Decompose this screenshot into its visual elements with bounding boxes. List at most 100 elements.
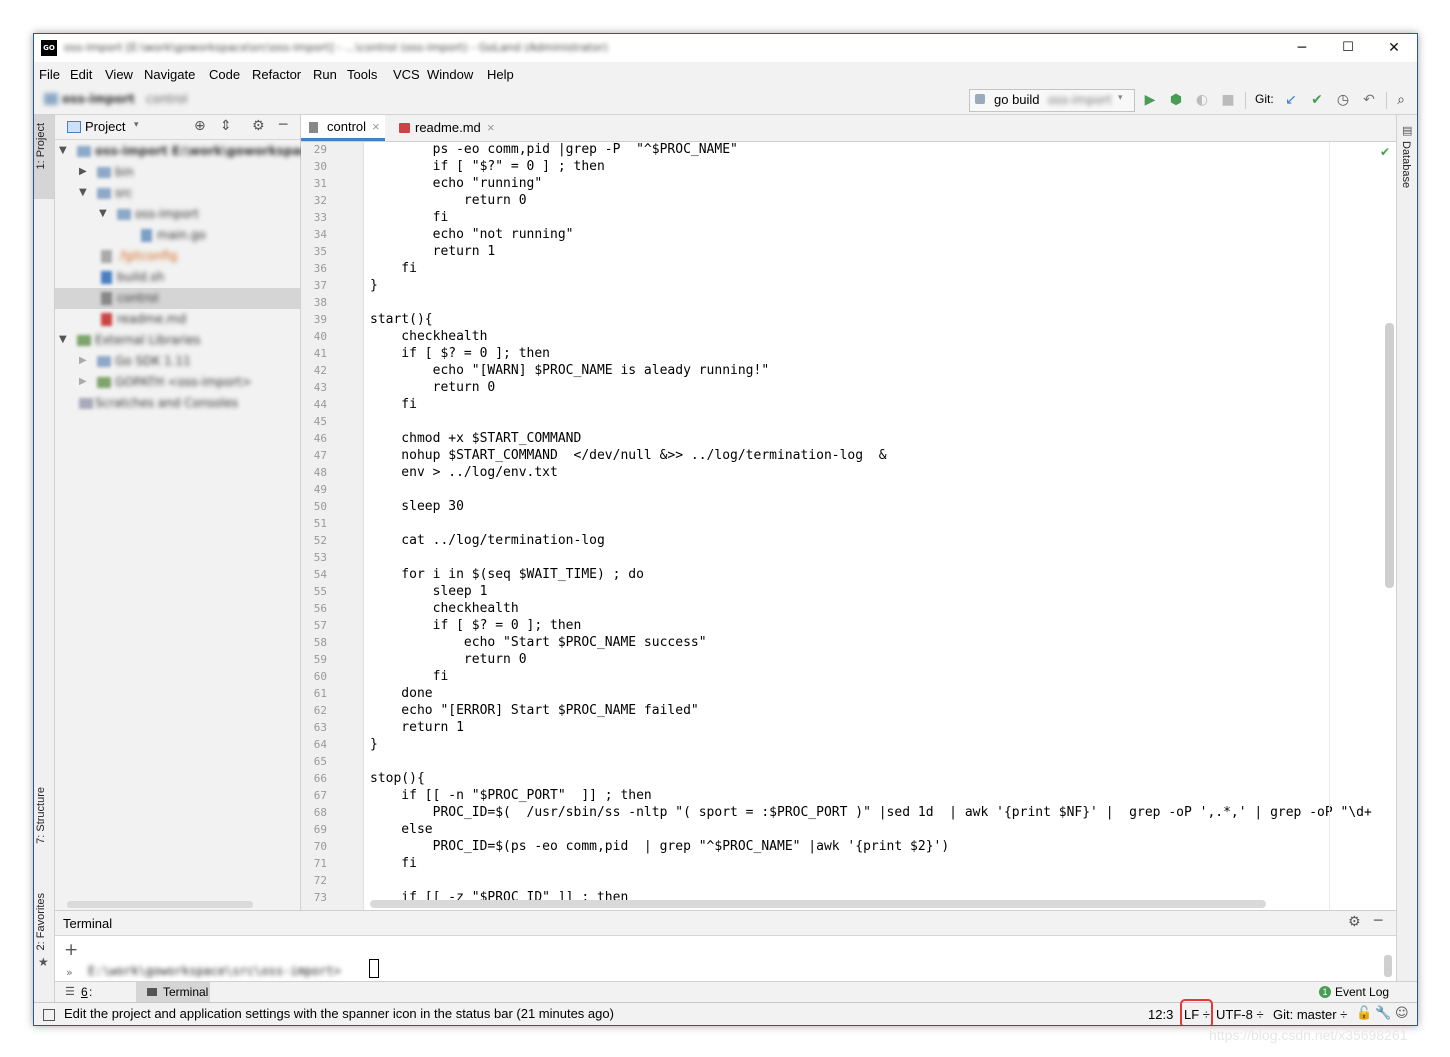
code-line[interactable]: nohup $START_COMMAND </dev/null &>> ../l… (370, 447, 886, 464)
code-line[interactable]: else (370, 821, 432, 838)
menu-code[interactable]: Code (209, 67, 240, 82)
project-hscrollbar[interactable] (67, 901, 253, 908)
menu-edit[interactable]: Edit (70, 67, 92, 82)
code-line[interactable]: } (370, 736, 378, 753)
debug-icon[interactable]: ⬢ (1168, 92, 1184, 108)
spanner-icon[interactable]: 🔧 (1375, 1006, 1391, 1021)
code-line[interactable]: for i in $(seq $WAIT_TIME) ; do (370, 566, 644, 583)
code-line[interactable]: return 0 (370, 192, 527, 209)
tab-control[interactable]: control × (301, 115, 385, 141)
tree-item[interactable]: ▶ GOPATH <oss-import> (55, 372, 300, 393)
code-line[interactable]: echo "[WARN] $PROC_NAME is aleady runnin… (370, 362, 770, 379)
gear-icon[interactable]: ⚙ (252, 118, 265, 134)
code-line[interactable]: PROC_ID=$( /usr/sbin/ss -nltp "( sport =… (370, 804, 1372, 821)
run-icon[interactable]: ▶ (1142, 92, 1158, 108)
menu-file[interactable]: File (39, 67, 60, 82)
editor-vscrollbar[interactable] (1385, 323, 1394, 588)
menu-refactor[interactable]: Refactor (252, 67, 301, 82)
tree-item[interactable]: ▼ oss-import (55, 204, 300, 225)
code-line[interactable]: chmod +x $START_COMMAND (370, 430, 581, 447)
code-area[interactable]: ps -eo comm,pid |grep -P "^$PROC_NAME" i… (370, 142, 1390, 910)
tree-item[interactable]: readme.md (55, 309, 300, 330)
code-line[interactable]: if [ "$?" = 0 ] ; then (370, 158, 605, 175)
code-line[interactable]: echo "not running" (370, 226, 574, 243)
project-tool-tab[interactable]: 1: Project (35, 123, 47, 169)
run-configuration-select[interactable]: go build oss-import ▾ (969, 89, 1135, 112)
menu-help[interactable]: Help (487, 67, 514, 82)
code-line[interactable]: fi (370, 209, 449, 226)
code-line[interactable]: checkhealth (370, 328, 487, 345)
gear-icon[interactable]: ⚙ (1348, 914, 1361, 930)
search-everywhere-icon[interactable]: ⌕ (1393, 92, 1409, 108)
code-line[interactable]: sleep 30 (370, 498, 464, 515)
code-line[interactable]: fi (370, 260, 417, 277)
code-line[interactable]: } (370, 277, 378, 294)
event-log-tool-tab[interactable]: 1 Event Log (1319, 982, 1399, 1003)
structure-tool-tab[interactable]: 7: Structure (35, 787, 47, 844)
tree-item[interactable]: build.sh (55, 267, 300, 288)
terminal-prompt[interactable]: E:\work\goworkspace\src\oss-import> (88, 964, 341, 978)
tree-item[interactable]: ▶ bin (55, 162, 300, 183)
code-line[interactable]: if [ $? = 0 ]; then (370, 617, 582, 634)
stop-icon[interactable]: ■ (1220, 92, 1236, 108)
status-message[interactable]: Edit the project and application setting… (64, 1006, 614, 1021)
new-terminal-button[interactable]: + (64, 940, 78, 960)
code-line[interactable]: cat ../log/termination-log (370, 532, 605, 549)
code-line[interactable]: return 0 (370, 379, 496, 396)
menu-vcs[interactable]: VCS (393, 67, 420, 82)
hide-panel-icon[interactable]: ─ (1374, 913, 1382, 929)
collapse-all-icon[interactable]: ⇕ (220, 118, 232, 134)
coverage-icon[interactable]: ◐ (1194, 92, 1210, 108)
project-view-title[interactable]: Project (85, 119, 125, 134)
code-line[interactable]: fi (370, 855, 417, 872)
database-tool-tab[interactable]: Database (1400, 141, 1412, 188)
code-line[interactable]: PROC_ID=$(ps -eo comm,pid | grep "^$PROC… (370, 838, 950, 855)
code-line[interactable]: fi (370, 668, 449, 685)
inspection-ok-icon[interactable]: ✔ (1380, 145, 1390, 159)
code-line[interactable]: return 0 (370, 651, 527, 668)
code-line[interactable]: if [[ -n "$PROC_PORT" ]] ; then (370, 787, 651, 804)
tree-item[interactable]: .fgitconfig (55, 246, 300, 267)
code-line[interactable]: start(){ (370, 311, 433, 328)
breadcrumb-project[interactable]: oss-import (62, 92, 135, 106)
tree-item[interactable]: Scratches and Consoles (55, 393, 300, 414)
menu-view[interactable]: View (105, 67, 133, 82)
menu-window[interactable]: Window (427, 67, 473, 82)
hide-panel-icon[interactable]: ─ (279, 117, 287, 133)
tab-close-icon[interactable]: × (487, 115, 495, 141)
tab-readme[interactable]: readme.md × (387, 115, 503, 141)
code-line[interactable]: echo "[ERROR] Start $PROC_NAME failed" (370, 702, 698, 719)
git-branch-selector[interactable]: Git: master ÷ (1273, 1007, 1347, 1022)
menu-tools[interactable]: Tools (347, 67, 377, 82)
code-line[interactable]: stop(){ (370, 770, 425, 787)
code-line[interactable]: fi (370, 396, 417, 413)
code-line[interactable]: echo "running" (370, 175, 543, 192)
minimize-button[interactable]: ─ (1279, 34, 1325, 62)
code-line[interactable]: done (370, 685, 432, 702)
chevron-down-icon[interactable]: ▾ (134, 120, 139, 130)
locate-icon[interactable]: ⊕ (194, 118, 206, 134)
git-history-icon[interactable]: ◷ (1335, 92, 1351, 108)
tree-item-selected[interactable]: control (55, 288, 300, 309)
tree-item[interactable]: main.go (55, 225, 300, 246)
code-line[interactable]: env > ../log/env.txt (370, 464, 558, 481)
terminal-tool-tab[interactable]: Terminal (136, 982, 210, 1003)
inspector-icon[interactable]: ☺ (1395, 1006, 1409, 1021)
toggle-tool-windows-icon[interactable] (43, 1009, 55, 1021)
code-line[interactable]: if [ $? = 0 ]; then (370, 345, 550, 362)
git-rollback-icon[interactable]: ↶ (1361, 92, 1377, 108)
terminal-scrollbar[interactable] (1384, 955, 1392, 977)
close-button[interactable]: ✕ (1371, 34, 1417, 62)
code-line[interactable]: return 1 (370, 243, 496, 260)
tree-item[interactable]: ▶ Go SDK 1.11 (55, 351, 300, 372)
maximize-button[interactable]: ☐ (1325, 34, 1371, 62)
tree-item[interactable]: ▼ src (55, 183, 300, 204)
favorites-tool-tab[interactable]: 2: Favorites (35, 893, 47, 950)
breadcrumb-file[interactable]: control (146, 92, 188, 106)
code-line[interactable]: echo "Start $PROC_NAME success" (370, 634, 707, 651)
tab-close-icon[interactable]: × (372, 114, 380, 140)
code-line[interactable]: return 1 (370, 719, 464, 736)
tree-item[interactable]: ▼ oss-import E:\work\goworkspace (55, 141, 316, 162)
tree-item[interactable]: ▼ External Libraries (55, 330, 300, 351)
encoding-selector[interactable]: UTF-8 ÷ (1216, 1007, 1264, 1022)
